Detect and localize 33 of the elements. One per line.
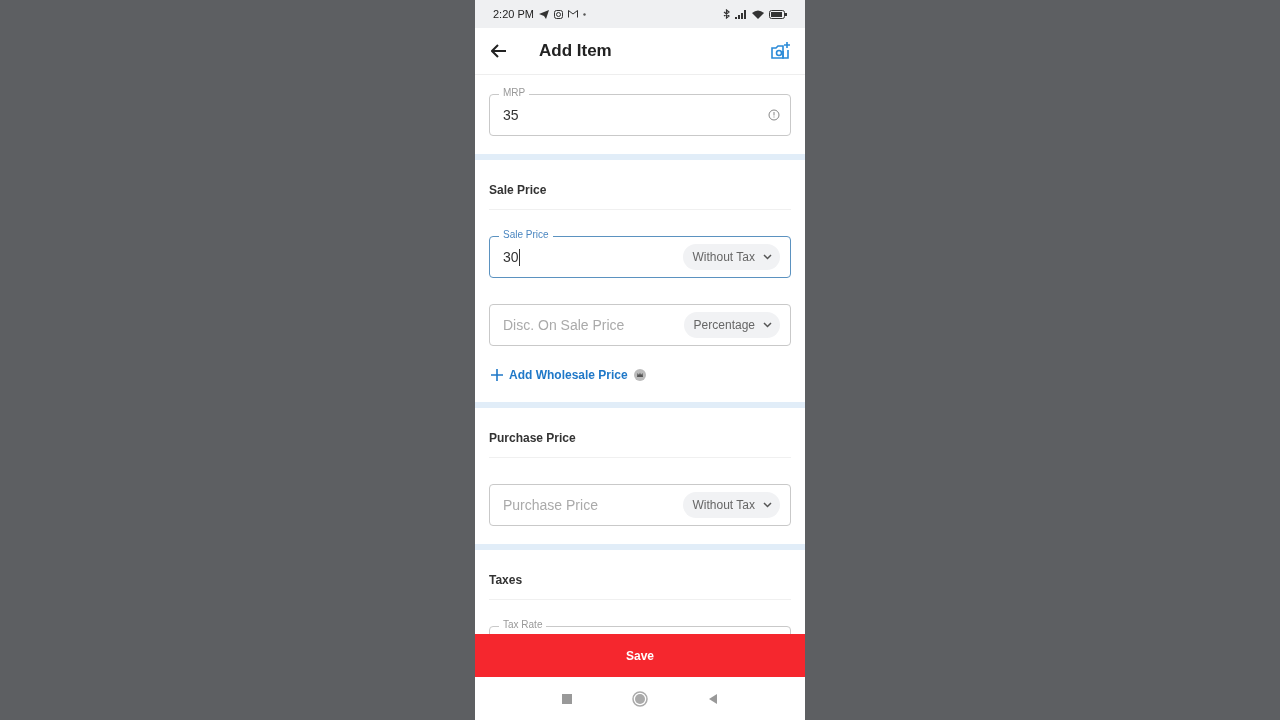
camera-app-icon bbox=[553, 9, 563, 19]
add-wholesale-link[interactable]: Add Wholesale Price bbox=[491, 368, 646, 382]
mail-icon bbox=[567, 10, 578, 18]
section-heading: Purchase Price bbox=[489, 408, 791, 458]
bluetooth-icon bbox=[723, 9, 730, 19]
signal-icon bbox=[735, 9, 747, 19]
wifi-icon bbox=[752, 9, 764, 19]
chevron-down-icon bbox=[763, 254, 772, 260]
back-icon[interactable] bbox=[708, 693, 718, 704]
field-label: MRP bbox=[499, 87, 530, 99]
status-time: 2:20 PM bbox=[493, 8, 534, 20]
crown-badge-icon bbox=[633, 369, 646, 381]
save-button[interactable]: Save bbox=[475, 634, 805, 677]
battery-icon bbox=[769, 9, 787, 19]
chevron-down-icon bbox=[763, 502, 772, 508]
chevron-down-icon bbox=[763, 322, 772, 328]
section-heading: Taxes bbox=[489, 550, 791, 600]
info-icon[interactable] bbox=[768, 109, 780, 121]
back-arrow-icon[interactable] bbox=[491, 44, 507, 58]
text-cursor bbox=[518, 248, 521, 266]
plus-icon bbox=[491, 369, 503, 381]
dot-icon bbox=[582, 12, 586, 16]
section-heading: Sale Price bbox=[489, 160, 791, 210]
field-label: Tax Rate bbox=[499, 619, 547, 631]
tax-dropdown[interactable]: Without Tax bbox=[682, 492, 780, 518]
tax-dropdown[interactable]: Percentage bbox=[683, 312, 780, 338]
home-icon[interactable] bbox=[632, 690, 648, 707]
add-photo-icon[interactable] bbox=[771, 42, 791, 60]
recents-icon[interactable] bbox=[562, 693, 572, 704]
field-label: Sale Price bbox=[499, 229, 553, 241]
tax-dropdown[interactable]: Without Tax bbox=[682, 244, 780, 270]
telegram-icon bbox=[538, 9, 549, 19]
screen-title: Add Item bbox=[539, 41, 613, 61]
